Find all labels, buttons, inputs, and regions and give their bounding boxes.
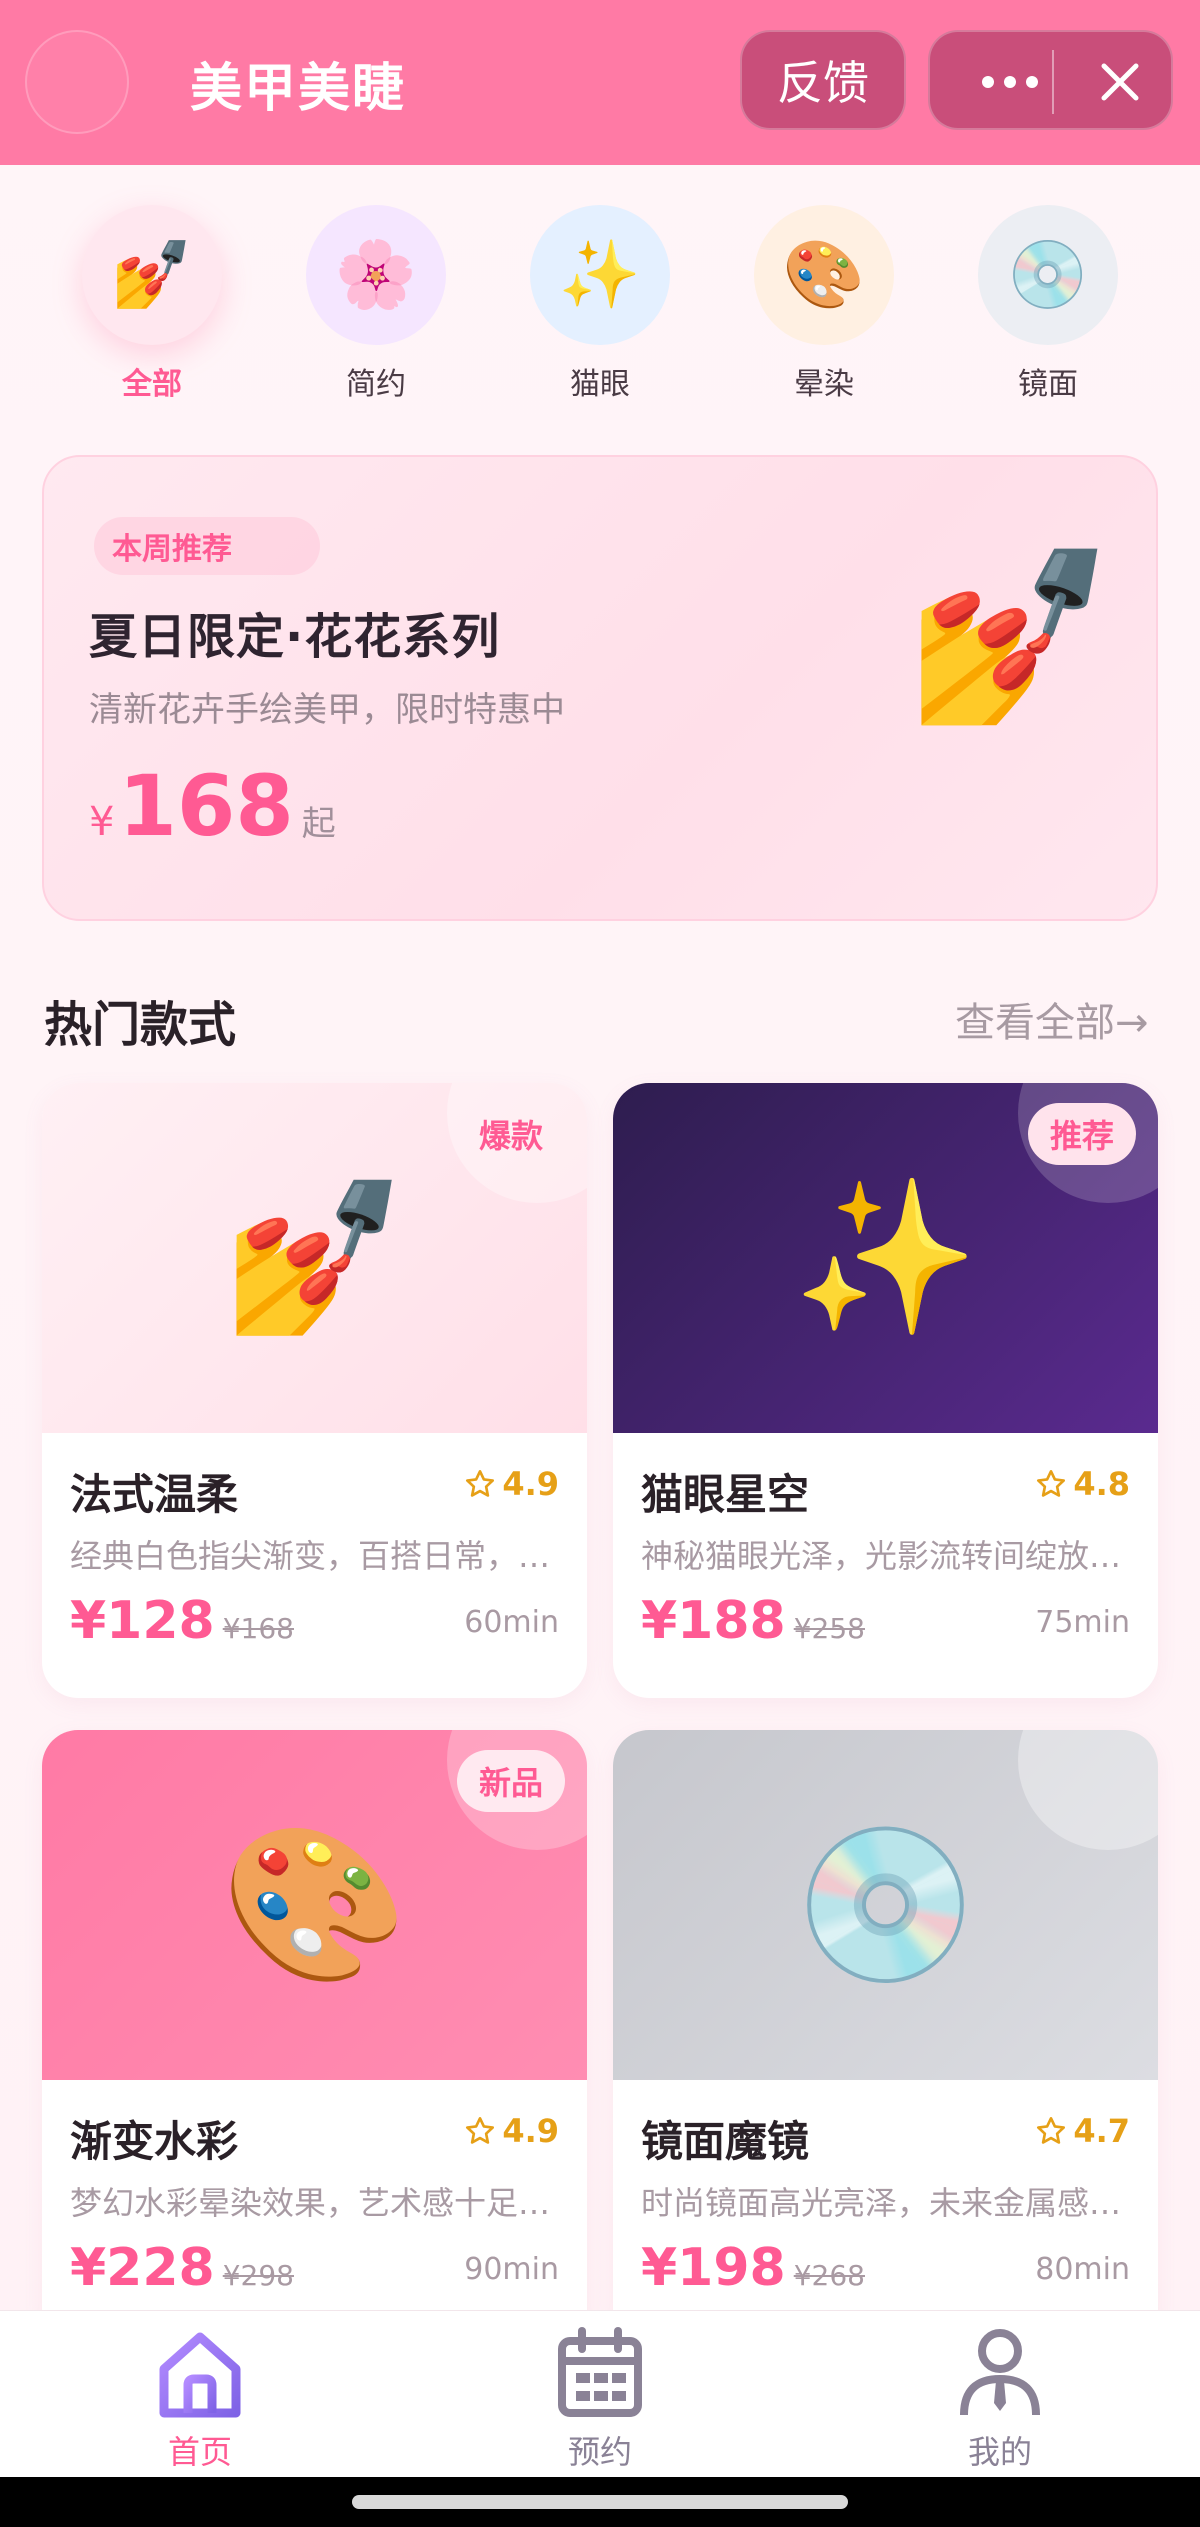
palette-icon: 🎨 (221, 1818, 408, 1992)
tab-label: 我的 (967, 2433, 1032, 2471)
original-price: ¥168 (222, 1612, 294, 1645)
sparkles-icon: ✨ (530, 205, 670, 345)
bottom-tab-bar: 首页 预约 我的 (0, 2310, 1200, 2477)
calendar-icon (550, 2323, 650, 2423)
product-name: 渐变水彩 (70, 2117, 239, 2166)
promo-title: 夏日限定·花花系列 (89, 609, 501, 665)
tab-home[interactable]: 首页 (100, 2323, 300, 2473)
category-label: 简约 (346, 367, 406, 402)
user-icon (950, 2323, 1050, 2423)
home-indicator[interactable] (352, 2495, 848, 2509)
app-page: 美甲美睫 反馈 💅 全部 🌸 简约 ✨ 猫眼 🎨 晕染 💿 镜面 本周推荐 夏日… (0, 0, 1200, 2527)
feedback-button[interactable]: 反馈 (740, 30, 906, 130)
avatar-placeholder (25, 30, 129, 134)
price-value: 168 (118, 757, 294, 855)
product-desc: 梦幻水彩晕染效果，艺术感十足，独一无二 (70, 2184, 560, 2222)
section-title: 热门款式 (44, 997, 237, 1053)
product-duration: 75min (1035, 1605, 1130, 1640)
product-image: 💿 (613, 1730, 1158, 2080)
category-label: 晕染 (794, 367, 854, 402)
category-row: 💅 全部 🌸 简约 ✨ 猫眼 🎨 晕染 💿 镜面 (0, 205, 1200, 415)
product-price: ¥128 ¥168 (70, 1591, 294, 1651)
category-label: 全部 (122, 367, 182, 402)
product-rating: 4.9 (464, 2112, 559, 2150)
star-icon (466, 1470, 495, 1497)
recommend-badge: 推荐 (1027, 1103, 1136, 1165)
product-duration: 60min (464, 1605, 559, 1640)
price-symbol: ¥ (89, 799, 115, 845)
decor-bubble (1018, 1730, 1158, 1850)
star-icon (466, 2117, 495, 2144)
promo-banner[interactable]: 本周推荐 夏日限定·花花系列 清新花卉手绘美甲，限时特惠中 ¥ 168 起 💅 (42, 455, 1158, 921)
product-duration: 90min (464, 2252, 559, 2287)
category-label: 镜面 (1018, 367, 1078, 402)
category-simple[interactable]: 🌸 简约 (286, 205, 466, 403)
product-name: 镜面魔镜 (641, 2117, 810, 2166)
category-label: 猫眼 (570, 367, 630, 402)
new-badge: 新品 (456, 1750, 565, 1812)
product-desc: 时尚镜面高光亮泽，未来金属感十足 (641, 2184, 1131, 2222)
product-card[interactable]: 🎨 新品 渐变水彩 4.9 梦幻水彩晕染效果，艺术感十足，独一无二 ¥228¥2… (42, 1730, 587, 2345)
promo-subtitle: 清新花卉手绘美甲，限时特惠中 (89, 690, 565, 730)
original-price: ¥268 (793, 2259, 865, 2292)
product-name: 猫眼星空 (641, 1470, 810, 1519)
page-title: 美甲美睫 (190, 59, 407, 119)
palette-icon: 🎨 (754, 205, 894, 345)
nail-polish-icon: 💅 (904, 538, 1116, 736)
product-rating: 4.9 (464, 1465, 559, 1503)
promo-tag: 本周推荐 (94, 517, 320, 575)
product-rating: 4.7 (1035, 2112, 1130, 2150)
product-duration: 80min (1035, 2252, 1130, 2287)
dvd-disc-icon: 💿 (978, 205, 1118, 345)
category-all[interactable]: 💅 全部 (62, 205, 242, 403)
product-card[interactable]: ✨ 推荐 猫眼星空 4.8 神秘猫眼光泽，光影流转间绽放星空之美 ¥188¥25… (613, 1083, 1158, 1698)
capsule-divider (1052, 50, 1054, 114)
category-cat-eye[interactable]: ✨ 猫眼 (510, 205, 690, 403)
system-home-bar (0, 2477, 1200, 2527)
product-desc: 经典白色指尖渐变，百搭日常，显白又优雅 (70, 1537, 560, 1575)
sparkles-icon: ✨ (792, 1171, 979, 1345)
product-price: ¥188 ¥258 (641, 1591, 865, 1651)
product-card[interactable]: 💿 镜面魔镜 4.7 时尚镜面高光亮泽，未来金属感十足 ¥198 ¥268 80m… (613, 1730, 1158, 2345)
star-icon (1037, 1470, 1066, 1497)
tab-label: 预约 (567, 2433, 632, 2471)
nail-polish-icon: 💅 (82, 205, 222, 345)
original-price: ¥258 (793, 1612, 865, 1645)
mini-program-capsule (928, 30, 1173, 130)
header-bar: 美甲美睫 反馈 (0, 0, 1200, 165)
product-name: 法式温柔 (70, 1470, 239, 1519)
star-icon (1037, 2117, 1066, 2144)
price-suffix: 起 (301, 804, 336, 844)
product-price: ¥198 ¥268 (641, 2238, 865, 2298)
product-rating: 4.8 (1035, 1465, 1130, 1503)
nail-polish-icon: 💅 (221, 1171, 408, 1345)
product-desc: 神秘猫眼光泽，光影流转间绽放星空之美 (641, 1537, 1131, 1575)
view-all-link[interactable]: 查看全部→ (955, 990, 1149, 1048)
category-mirror[interactable]: 💿 镜面 (958, 205, 1138, 403)
dvd-disc-icon: 💿 (792, 1818, 979, 1992)
product-price: ¥228 ¥298 (70, 2238, 294, 2298)
original-price: ¥298 (222, 2259, 294, 2292)
tab-mine[interactable]: 我的 (900, 2323, 1100, 2473)
close-icon[interactable] (1080, 32, 1160, 132)
home-icon (150, 2323, 250, 2423)
more-icon[interactable] (960, 32, 1060, 132)
hot-badge: 爆款 (478, 1117, 543, 1155)
tab-booking[interactable]: 预约 (500, 2323, 700, 2473)
promo-price: ¥ 168 起 (89, 757, 336, 855)
product-card[interactable]: 💅 爆款 法式温柔 4.9 经典白色指尖渐变，百搭日常，显白又优雅 ¥128¥1… (42, 1083, 587, 1698)
category-gradient[interactable]: 🎨 晕染 (734, 205, 914, 403)
tab-label: 首页 (167, 2433, 232, 2471)
cherry-blossom-icon: 🌸 (306, 205, 446, 345)
